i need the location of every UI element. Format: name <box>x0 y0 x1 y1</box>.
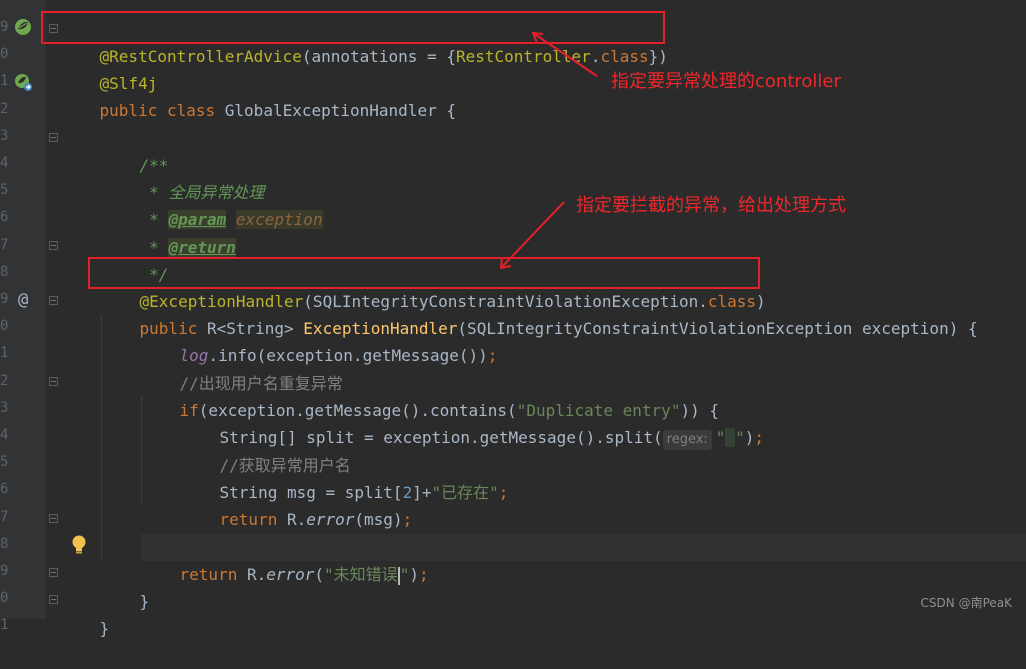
code-line: } <box>141 506 190 556</box>
code-line: String msg = split[2]+"已存在"; <box>219 483 509 502</box>
lightbulb-icon[interactable] <box>70 534 88 556</box>
parameter-hint: regex: <box>662 430 712 450</box>
line-number: 3 <box>0 399 8 416</box>
code-line: } <box>99 619 110 638</box>
line-number: 8 <box>0 535 8 552</box>
line-number: 5 <box>0 182 8 199</box>
line-number: 3 <box>0 127 8 144</box>
line-number: 1 <box>0 617 8 634</box>
fold-marker[interactable] <box>49 296 58 305</box>
spring-bean-navigate-icon[interactable] <box>13 72 33 92</box>
code-line: @Slf4j <box>99 74 158 93</box>
code-line: String[] split = exception.getMessage().… <box>181 397 764 450</box>
line-number: 6 <box>0 481 8 498</box>
line-number: 7 <box>0 508 8 525</box>
code-line: * 全局异常处理 <box>139 183 265 202</box>
code-line: //出现用户名重复异常 <box>179 374 343 393</box>
line-number: 4 <box>0 427 8 443</box>
line-number: 1 <box>0 345 8 362</box>
code-line: //获取异常用户名 <box>219 456 351 475</box>
code-line: log.info(exception.getMessage()); <box>179 346 498 365</box>
line-number: 1 <box>0 73 8 90</box>
fold-marker[interactable] <box>49 377 58 386</box>
fold-marker[interactable] <box>49 514 58 523</box>
highlight-box-controller-advice <box>41 11 665 44</box>
line-number: 8 <box>0 263 8 280</box>
code-line: * @param exception <box>139 210 323 229</box>
fold-marker[interactable] <box>49 595 58 604</box>
code-line: if(exception.getMessage().contains("Dupl… <box>179 401 719 420</box>
annotation-note-exception: 指定要拦截的异常，给出处理方式 <box>576 195 846 216</box>
watermark: CSDN @南PeaK <box>920 596 1012 610</box>
line-number: 9 <box>0 563 8 579</box>
line-number: 9 <box>0 19 8 35</box>
line-number: 4 <box>0 155 8 171</box>
spring-bean-icon[interactable] <box>13 17 33 37</box>
implements-at-icon[interactable]: @ <box>18 290 28 310</box>
line-number: 0 <box>0 46 8 63</box>
code-line: /** <box>139 156 169 175</box>
code-line: * @return <box>139 238 236 257</box>
line-number: 2 <box>0 372 8 389</box>
code-line: } <box>139 592 150 611</box>
code-line: public class GlobalExceptionHandler { <box>99 101 456 120</box>
fold-marker[interactable] <box>49 241 58 250</box>
code-line-current: return R.error("未知错误 "); <box>141 534 1026 585</box>
line-number: 2 <box>0 100 8 117</box>
line-number: 9 <box>0 291 8 307</box>
line-number: 7 <box>0 236 8 253</box>
annotation-note-controller: 指定要异常处理的controller <box>611 71 841 92</box>
line-number: 5 <box>0 454 8 471</box>
fold-marker[interactable] <box>49 568 58 577</box>
line-number: 0 <box>0 590 8 607</box>
fold-marker[interactable] <box>49 133 58 142</box>
code-line: return R.error(msg); <box>219 510 413 529</box>
code-line: public R<String> ExceptionHandler(SQLInt… <box>139 319 978 338</box>
highlight-box-exception-handler <box>88 257 760 289</box>
line-number: 0 <box>0 318 8 335</box>
line-number: 6 <box>0 209 8 226</box>
